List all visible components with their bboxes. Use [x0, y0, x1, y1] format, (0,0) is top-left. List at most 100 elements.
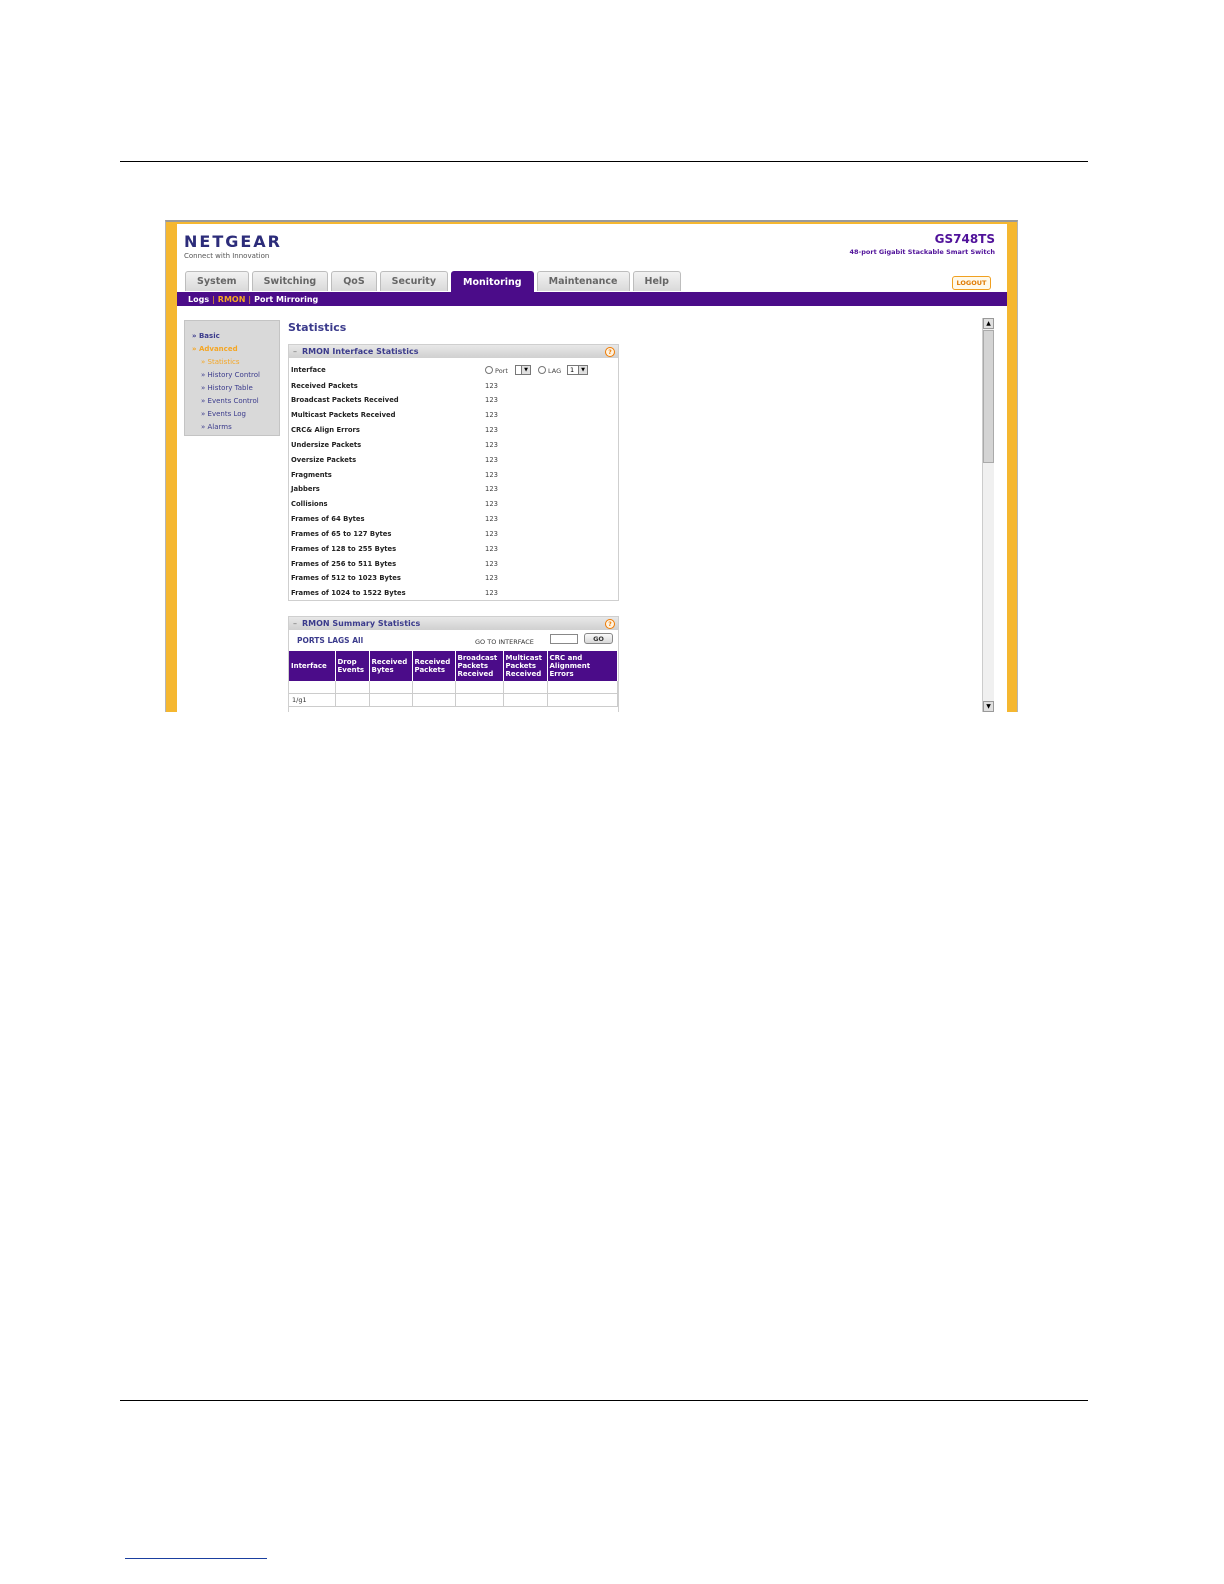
stat-label: Collisions	[291, 500, 328, 508]
go-button[interactable]: GO	[584, 633, 613, 644]
port-label: Port	[495, 367, 508, 375]
table-row: 1/g1	[289, 693, 618, 707]
stat-value: 123	[485, 574, 498, 582]
goto-interface-input[interactable]	[550, 634, 578, 644]
tab-monitoring[interactable]: Monitoring	[451, 271, 534, 293]
stat-label: Frames of 1024 to 1522 Bytes	[291, 589, 406, 597]
interface-stats-panel: – RMON Interface Statistics ? Interface …	[288, 344, 619, 601]
sidebar-item-history-control[interactable]: » History Control	[201, 371, 260, 379]
tab-security[interactable]: Security	[379, 271, 449, 291]
stat-label: Multicast Packets Received	[291, 411, 396, 419]
lag-label: LAG	[548, 367, 562, 375]
stat-value: 123	[485, 456, 498, 464]
top-rule	[120, 161, 1088, 162]
stat-label: Undersize Packets	[291, 441, 362, 449]
stat-value: 123	[485, 441, 498, 449]
tab-help[interactable]: Help	[632, 271, 681, 291]
column-header: Multicast Packets Received	[503, 651, 548, 681]
scroll-up-icon[interactable]: ▲	[983, 318, 994, 329]
column-header: Drop Events	[335, 651, 370, 681]
bottom-rule	[120, 1400, 1088, 1401]
interface-label: Interface	[291, 366, 326, 374]
sidebar-item-statistics[interactable]: » Statistics	[201, 358, 240, 366]
interface-cell: 1/g1	[289, 693, 336, 707]
sidebar-item-advanced[interactable]: » Advanced	[192, 345, 238, 353]
stat-label: Received Packets	[291, 382, 358, 390]
main-tabs: System Switching QoS Security Monitoring…	[185, 271, 681, 293]
panel-title: RMON Interface Statistics	[302, 347, 419, 356]
stat-value: 123	[485, 545, 498, 553]
column-header: Interface	[289, 651, 336, 681]
web-page: NETGEAR Connect with Innovation GS748TS …	[177, 224, 1007, 712]
subnav-separator: |	[248, 294, 252, 304]
stat-label: Frames of 128 to 255 Bytes	[291, 545, 397, 553]
stat-value: 123	[485, 471, 498, 479]
tab-system[interactable]: System	[185, 271, 249, 291]
stat-value: 123	[485, 396, 498, 404]
sidebar-item-events-control[interactable]: » Events Control	[201, 397, 259, 405]
netgear-logo: NETGEAR Connect with Innovation	[184, 232, 282, 260]
column-header: Received Packets	[412, 651, 456, 681]
summary-table: Interface Drop Events Received Bytes Rec…	[289, 651, 618, 707]
tab-maintenance[interactable]: Maintenance	[536, 271, 630, 291]
column-header: Received Bytes	[369, 651, 413, 681]
sidebar-item-alarms[interactable]: » Alarms	[201, 423, 232, 431]
panel-title: RMON Summary Statistics	[302, 619, 421, 628]
stat-value: 123	[485, 530, 498, 538]
scrollbar-thumb[interactable]	[983, 330, 994, 463]
chevron-down-icon: ▼	[521, 366, 530, 374]
stat-value: 123	[485, 500, 498, 508]
goto-interface-label: GO TO INTERFACE	[475, 638, 534, 646]
subnav-logs[interactable]: Logs	[188, 295, 209, 304]
model-info: GS748TS 48-port Gigabit Stackable Smart …	[850, 232, 996, 256]
port-radio[interactable]	[485, 366, 493, 374]
scroll-down-icon[interactable]: ▼	[983, 701, 994, 712]
sidebar-item-events-log[interactable]: » Events Log	[201, 410, 246, 418]
stat-label: Frames of 64 Bytes	[291, 515, 365, 523]
screenshot-frame: NETGEAR Connect with Innovation GS748TS …	[165, 220, 1018, 712]
brand-name: NETGEAR	[184, 232, 282, 251]
stat-value: 123	[485, 485, 498, 493]
sidebar-item-basic[interactable]: » Basic	[192, 332, 220, 340]
stat-value: 123	[485, 426, 498, 434]
chevron-down-icon: ▼	[578, 366, 587, 374]
stat-value: 123	[485, 411, 498, 419]
vertical-scrollbar[interactable]: ▲ ▼	[982, 318, 994, 712]
stat-label: Frames of 256 to 511 Bytes	[291, 560, 397, 568]
stat-value: 123	[485, 515, 498, 523]
model-name: GS748TS	[934, 232, 995, 246]
model-description: 48-port Gigabit Stackable Smart Switch	[849, 248, 996, 256]
sidebar-item-history-table[interactable]: » History Table	[201, 384, 253, 392]
lag-select[interactable]: 1 ▼	[567, 365, 588, 375]
subnav-port-mirroring[interactable]: Port Mirroring	[254, 295, 318, 304]
tab-qos[interactable]: QoS	[331, 271, 377, 291]
stat-label: Frames of 65 to 127 Bytes	[291, 530, 392, 538]
panel-header: – RMON Summary Statistics ?	[289, 617, 618, 630]
sub-navigation: Logs | RMON | Port Mirroring	[177, 292, 1007, 306]
table-row	[289, 681, 618, 694]
stat-value: 123	[485, 589, 498, 597]
subnav-rmon[interactable]: RMON	[218, 295, 246, 304]
logout-button[interactable]: LOGOUT	[952, 276, 991, 290]
stat-label: Fragments	[291, 471, 332, 479]
stat-value: 123	[485, 560, 498, 568]
help-icon[interactable]: ?	[605, 619, 615, 629]
column-header: Broadcast Packets Received	[455, 651, 504, 681]
page-title: Statistics	[288, 321, 347, 334]
brand-tagline: Connect with Innovation	[184, 252, 270, 260]
help-icon[interactable]: ?	[605, 347, 615, 357]
stat-value: 123	[485, 382, 498, 390]
subnav-separator: |	[212, 294, 215, 304]
sidebar: » Basic » Advanced » Statistics » Histor…	[184, 320, 280, 436]
stat-label: Frames of 512 to 1023 Bytes	[291, 574, 401, 582]
stat-label: Oversize Packets	[291, 456, 357, 464]
port-select[interactable]: ▼	[515, 365, 531, 375]
panel-header: – RMON Interface Statistics ?	[289, 345, 618, 358]
summary-stats-panel: – RMON Summary Statistics ? PORTS LAGS A…	[288, 616, 619, 712]
tab-switching[interactable]: Switching	[251, 271, 329, 291]
footer-link-underline	[125, 1558, 267, 1559]
stat-label: CRC& Align Errors	[291, 426, 360, 434]
stat-label: Jabbers	[291, 485, 320, 493]
interface-filter-links[interactable]: PORTS LAGS All	[297, 636, 363, 645]
lag-radio[interactable]	[538, 366, 546, 374]
